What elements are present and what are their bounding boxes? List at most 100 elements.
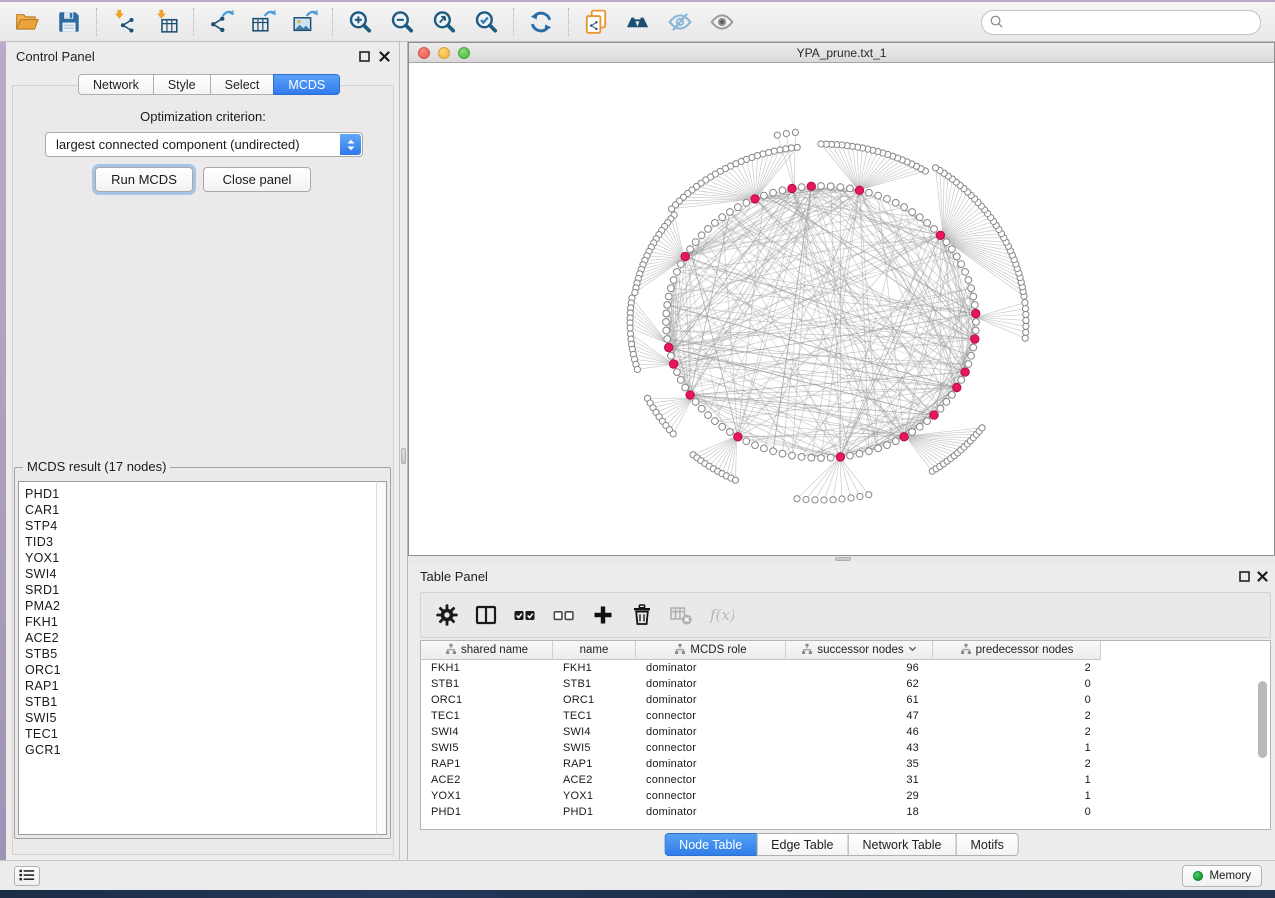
gene-node[interactable] [812,497,818,503]
tab-edge-table[interactable]: Edge Table [756,833,848,856]
import-table-from-file-button[interactable] [145,5,187,39]
float-panel-icon[interactable] [1238,570,1251,583]
gene-node[interactable] [798,184,805,191]
gene-node[interactable] [847,185,854,192]
hide-selected-button[interactable] [659,5,701,39]
gene-node[interactable] [712,418,719,425]
cell-name[interactable]: FKH1 [553,660,636,676]
zoom-fit-content-button[interactable] [423,5,465,39]
cell-predecessor-nodes[interactable]: 0 [933,692,1101,708]
import-network-from-file-button[interactable] [103,5,145,39]
show-all-button[interactable] [701,5,743,39]
mcds-result-item[interactable]: ORC1 [19,662,386,678]
gene-node[interactable] [774,132,780,138]
table-row[interactable]: ACE2ACE2connector311 [421,772,1270,788]
mcds-result-item[interactable]: SWI4 [19,566,386,582]
table-row[interactable]: RAP1RAP1dominator352 [421,756,1270,772]
gene-node[interactable] [698,405,705,412]
splitter-grip[interactable] [835,557,851,561]
gene-node[interactable] [705,226,712,233]
gene-node[interactable] [808,454,815,461]
mcds-result-item[interactable]: GCR1 [19,742,386,758]
gene-node[interactable] [788,145,794,151]
save-session-button[interactable] [48,5,90,39]
vertical-splitter[interactable] [400,42,408,860]
cell-successor-nodes[interactable]: 18 [786,804,933,820]
gene-node[interactable] [892,199,899,206]
mcds-result-item[interactable]: PMA2 [19,598,386,614]
cell-MCDS-role[interactable]: connector [636,740,786,756]
column-header-successor-nodes[interactable]: successor nodes [786,641,933,660]
gene-node[interactable] [970,293,977,300]
mcds-result-item[interactable]: STP4 [19,518,386,534]
mcds-hub-node[interactable] [807,182,815,190]
cell-shared-name[interactable]: ORC1 [421,692,553,708]
gene-node[interactable] [818,455,825,462]
clone-network-button[interactable] [575,5,617,39]
close-panel-button[interactable]: Close panel [203,167,311,192]
gene-node[interactable] [663,327,670,334]
cell-name[interactable]: ORC1 [553,692,636,708]
cell-MCDS-role[interactable]: dominator [636,756,786,772]
gene-node[interactable] [953,253,960,260]
table-scrollbar[interactable] [1257,663,1268,827]
cell-name[interactable]: YOX1 [553,788,636,804]
gene-node[interactable] [752,442,759,449]
cell-successor-nodes[interactable]: 43 [786,740,933,756]
gene-node[interactable] [970,344,977,351]
gene-node[interactable] [943,399,950,406]
gene-node[interactable] [677,377,684,384]
run-mcds-button[interactable]: Run MCDS [95,167,193,192]
table-row[interactable]: STB1STB1dominator620 [421,676,1270,692]
gene-node[interactable] [965,277,972,284]
gene-node[interactable] [677,261,684,268]
gene-node[interactable] [783,146,789,152]
gene-node[interactable] [892,438,899,445]
gene-node[interactable] [687,246,694,253]
gene-node[interactable] [968,352,975,359]
cell-successor-nodes[interactable]: 31 [786,772,933,788]
gene-node[interactable] [770,189,777,196]
table-row[interactable]: ORC1ORC1dominator610 [421,692,1270,708]
mcds-result-item[interactable]: FKH1 [19,614,386,630]
minimize-window-icon[interactable] [438,47,450,59]
mcds-hub-node[interactable] [751,195,759,203]
cell-predecessor-nodes[interactable]: 2 [933,724,1101,740]
tab-network[interactable]: Network [78,74,154,95]
gene-node[interactable] [668,352,675,359]
open-file-button[interactable] [6,5,48,39]
cell-successor-nodes[interactable]: 61 [786,692,933,708]
close-panel-icon[interactable] [378,50,391,63]
cell-predecessor-nodes[interactable]: 2 [933,660,1101,676]
cell-name[interactable]: STB1 [553,676,636,692]
zoom-window-icon[interactable] [458,47,470,59]
gene-node[interactable] [847,452,854,459]
gene-node[interactable] [1023,311,1029,317]
tab-network-table[interactable]: Network Table [848,833,957,856]
node-table[interactable]: shared namenameMCDS rolesuccessor nodesp… [420,640,1271,830]
search-box[interactable] [981,10,1261,35]
gene-node[interactable] [674,369,681,376]
gene-node[interactable] [916,423,923,430]
cell-successor-nodes[interactable]: 47 [786,708,933,724]
gene-node[interactable] [727,209,734,216]
refresh-view-button[interactable] [520,5,562,39]
cell-predecessor-nodes[interactable]: 1 [933,740,1101,756]
cell-name[interactable]: SWI4 [553,724,636,740]
column-header-predecessor-nodes[interactable]: predecessor nodes [933,641,1101,660]
gene-node[interactable] [698,232,705,239]
cell-predecessor-nodes[interactable]: 2 [933,708,1101,724]
gene-node[interactable] [837,184,844,191]
gene-node[interactable] [827,183,834,190]
cell-MCDS-role[interactable]: dominator [636,676,786,692]
mcds-hub-node[interactable] [961,368,969,376]
mcds-result-item[interactable]: ACE2 [19,630,386,646]
mcds-hub-node[interactable] [900,433,908,441]
search-input[interactable] [1009,16,1253,30]
gene-node[interactable] [875,445,882,452]
mcds-hub-node[interactable] [972,309,980,317]
cell-successor-nodes[interactable]: 96 [786,660,933,676]
gene-node[interactable] [719,214,726,221]
gene-node[interactable] [743,438,750,445]
zoom-out-button[interactable] [381,5,423,39]
